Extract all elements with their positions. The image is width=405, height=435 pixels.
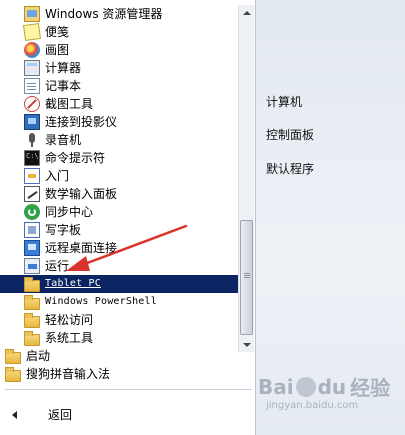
program-label: 命令提示符 <box>45 151 106 165</box>
math-input-panel-icon <box>24 186 40 202</box>
program-label: 记事本 <box>45 79 82 93</box>
folder-label: 启动 <box>26 349 51 363</box>
watermark-brand-b: du <box>317 374 347 399</box>
program-item-notepad[interactable]: 记事本 <box>0 77 238 95</box>
program-label: 便笺 <box>45 25 70 39</box>
back-label: 返回 <box>48 408 73 422</box>
folder-label: Tablet PC <box>45 278 101 289</box>
sound-recorder-icon <box>24 132 40 148</box>
program-item-calculator[interactable]: 计算器 <box>0 59 238 77</box>
program-item-command-prompt[interactable]: 命令提示符 <box>0 149 238 167</box>
program-label: 同步中心 <box>45 205 94 219</box>
link-computer[interactable]: 计算机 <box>266 93 302 110</box>
folder-item-tablet-pc[interactable]: Tablet PC <box>0 275 238 293</box>
snipping-tool-icon <box>24 96 40 112</box>
wordpad-icon <box>24 222 40 238</box>
explorer-icon <box>24 6 40 22</box>
scroll-down-button[interactable] <box>239 337 254 352</box>
back-arrow-icon <box>12 411 17 419</box>
folder-item-startup[interactable]: 启动 <box>0 347 238 365</box>
program-item-wordpad[interactable]: 写字板 <box>0 221 238 239</box>
command-prompt-icon <box>24 150 40 166</box>
divider <box>5 389 252 390</box>
projector-icon <box>24 114 40 130</box>
baidu-jingyan-watermark: Bai du 经验 jingyan.baidu.com <box>258 372 398 420</box>
remote-desktop-icon <box>24 240 40 256</box>
arrow-up-icon <box>242 10 251 15</box>
program-item-math-input-panel[interactable]: 数学输入面板 <box>0 185 238 203</box>
program-label: 计算器 <box>45 61 82 75</box>
folder-icon <box>24 276 40 292</box>
folder-label: Windows PowerShell <box>45 296 157 307</box>
program-item-run[interactable]: 运行 <box>0 257 238 275</box>
folder-icon <box>5 366 21 382</box>
program-item-getting-started[interactable]: 入门 <box>0 167 238 185</box>
program-label: 远程桌面连接 <box>45 241 118 255</box>
program-item-snipping-tool[interactable]: 截图工具 <box>0 95 238 113</box>
folder-item-sogou-pinyin[interactable]: 搜狗拼音输入法 <box>0 365 238 383</box>
program-label: 入门 <box>45 169 70 183</box>
program-label: 运行 <box>45 259 70 273</box>
folder-item-system-tools[interactable]: 系统工具 <box>0 329 238 347</box>
link-default-programs[interactable]: 默认程序 <box>266 160 314 177</box>
link-control-panel[interactable]: 控制面板 <box>266 126 314 143</box>
folder-item-powershell[interactable]: Windows PowerShell <box>0 293 238 311</box>
folder-label: 轻松访问 <box>45 313 94 327</box>
scroll-up-button[interactable] <box>239 5 254 20</box>
folder-icon <box>5 348 21 364</box>
paint-icon <box>24 42 40 58</box>
program-item-paint[interactable]: 画图 <box>0 41 238 59</box>
arrow-down-icon <box>242 342 251 347</box>
notepad-icon <box>24 78 40 94</box>
program-label: 数学输入面板 <box>45 187 118 201</box>
program-label: Windows 资源管理器 <box>45 7 163 21</box>
watermark-brand-cn: 经验 <box>350 376 391 400</box>
watermark-brand-a: Bai <box>258 374 294 399</box>
program-label: 截图工具 <box>45 97 94 111</box>
scrollbar-thumb[interactable] <box>240 220 253 335</box>
watermark-url: jingyan.baidu.com <box>266 400 359 411</box>
programs-list: Windows 资源管理器 便笺 画图 计算器 记事本 截图工具 连接到投影仪 <box>0 5 238 383</box>
program-item-sound-recorder[interactable]: 录音机 <box>0 131 238 149</box>
vertical-scrollbar[interactable] <box>238 5 254 352</box>
grip-icon <box>244 273 250 274</box>
folder-label: 搜狗拼音输入法 <box>26 367 111 381</box>
folder-icon <box>24 330 40 346</box>
program-label: 画图 <box>45 43 70 57</box>
sync-center-icon <box>24 204 40 220</box>
program-item-sticky-notes[interactable]: 便笺 <box>0 22 238 42</box>
program-label: 写字板 <box>45 223 82 237</box>
program-item-projector[interactable]: 连接到投影仪 <box>0 113 238 131</box>
folder-item-ease-of-access[interactable]: 轻松访问 <box>0 311 238 329</box>
folder-label: 系统工具 <box>45 331 94 345</box>
program-label: 录音机 <box>45 133 82 147</box>
sticky-notes-icon <box>22 22 42 42</box>
watermark-brand: Bai du 经验 <box>258 372 390 401</box>
program-item-remote-desktop[interactable]: 远程桌面连接 <box>0 239 238 257</box>
getting-started-icon <box>24 168 40 184</box>
program-label: 连接到投影仪 <box>45 115 118 129</box>
run-icon <box>24 258 40 274</box>
program-item-sync-center[interactable]: 同步中心 <box>0 203 238 221</box>
programs-pane: Windows 资源管理器 便笺 画图 计算器 记事本 截图工具 连接到投影仪 <box>0 0 256 435</box>
back-button[interactable]: 返回 <box>0 404 250 426</box>
baidu-paw-icon <box>295 376 316 397</box>
folder-icon <box>24 294 40 310</box>
folder-icon <box>24 312 40 328</box>
calculator-icon <box>24 60 40 76</box>
program-item-explorer[interactable]: Windows 资源管理器 <box>0 5 238 23</box>
right-pane: 计算机 控制面板 默认程序 <box>256 0 405 435</box>
